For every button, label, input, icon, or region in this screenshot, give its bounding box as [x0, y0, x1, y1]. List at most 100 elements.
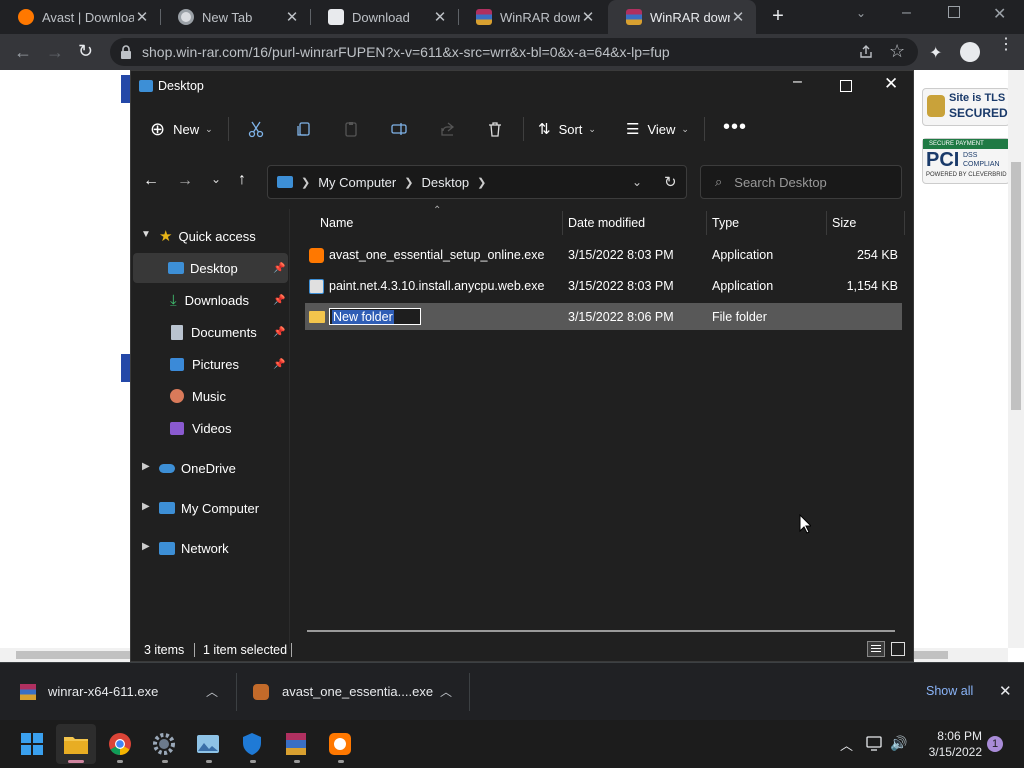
more-options-icon[interactable]: •••: [723, 116, 747, 139]
windows-start-icon[interactable]: [16, 728, 48, 760]
sidebar-item-downloads[interactable]: ⤓ Downloads 📌: [133, 285, 288, 315]
volume-icon[interactable]: 🔊: [890, 735, 907, 752]
content-horizontal-scrollbar[interactable]: [307, 630, 895, 632]
view-button[interactable]: ☰ View ⌄: [626, 120, 689, 138]
file-explorer-icon[interactable]: [60, 728, 92, 760]
sidebar-label: Quick access: [178, 228, 256, 244]
breadcrumb[interactable]: ❯ My Computer ❯ Desktop ❯ ⌄ ↻: [267, 165, 687, 199]
page-scrollbar[interactable]: [1008, 70, 1024, 648]
sidebar-item-documents[interactable]: Documents 📌: [133, 317, 288, 347]
recent-chevron-icon[interactable]: ⌄: [211, 172, 221, 186]
new-button[interactable]: ⊕ New ⌄: [150, 119, 213, 140]
browser-tab[interactable]: Avast | Download ✕: [0, 0, 160, 34]
details-view-icon[interactable]: [867, 641, 885, 657]
close-window-button[interactable]: ✕: [993, 4, 1006, 24]
restore-window-button[interactable]: [948, 6, 960, 18]
rename-icon[interactable]: [385, 115, 413, 143]
maximize-button[interactable]: [840, 80, 852, 92]
column-header-date-modified[interactable]: Date modified: [568, 216, 645, 230]
forward-arrow-icon[interactable]: →: [177, 172, 193, 190]
sidebar-quick-access[interactable]: ★ Quick access: [159, 221, 289, 251]
photos-app-icon[interactable]: [192, 728, 224, 760]
chevron-down-icon[interactable]: ▼: [141, 229, 151, 240]
chrome-icon[interactable]: [104, 728, 136, 760]
browser-tab[interactable]: WinRAR downlo ✕: [458, 0, 606, 34]
breadcrumb-my-computer[interactable]: My Computer: [318, 175, 396, 190]
sidebar-item-pictures[interactable]: Pictures 📌: [133, 349, 288, 379]
reload-icon[interactable]: ↻: [78, 41, 93, 62]
tab-search-icon[interactable]: ⌄: [856, 6, 866, 20]
close-icon[interactable]: ✕: [730, 8, 746, 26]
sidebar-network[interactable]: Network: [159, 533, 289, 563]
chevron-right-icon[interactable]: ▶: [142, 501, 150, 512]
settings-gear-icon[interactable]: [148, 728, 180, 760]
menu-dots-icon[interactable]: ⋮: [998, 37, 1014, 53]
address-bar[interactable]: shop.win-rar.com/16/purl-winrarFUPEN?x-v…: [110, 38, 918, 66]
large-icons-view-icon[interactable]: [891, 642, 905, 656]
notification-count-badge[interactable]: 1: [987, 736, 1003, 752]
close-icon[interactable]: ✕: [432, 8, 448, 26]
sidebar-my-computer[interactable]: My Computer: [159, 493, 289, 523]
avast-icon[interactable]: [324, 728, 356, 760]
chevron-down-icon[interactable]: ⌄: [632, 175, 642, 189]
back-arrow-icon[interactable]: ←: [143, 172, 159, 190]
file-row-selected[interactable]: New folder 3/15/2022 8:06 PM File folder: [305, 303, 902, 330]
view-label: View: [647, 121, 676, 137]
minimize-window-button[interactable]: –: [902, 4, 911, 22]
close-icon[interactable]: ✕: [134, 8, 150, 26]
forward-icon[interactable]: →: [46, 42, 64, 63]
back-icon[interactable]: ←: [14, 42, 32, 63]
sidebar-item-videos[interactable]: Videos: [133, 413, 288, 443]
close-icon[interactable]: ✕: [284, 8, 300, 26]
minimize-button[interactable]: –: [793, 73, 802, 91]
profile-avatar[interactable]: [960, 42, 980, 62]
chevron-right-icon[interactable]: ▶: [142, 461, 150, 472]
sidebar-item-music[interactable]: Music: [133, 381, 288, 411]
bookmark-star-icon[interactable]: ☆: [889, 41, 905, 62]
sidebar-onedrive[interactable]: OneDrive: [159, 453, 289, 483]
cut-icon[interactable]: [242, 115, 270, 143]
delete-icon[interactable]: [481, 115, 509, 143]
close-downloads-bar-icon[interactable]: ✕: [999, 682, 1012, 700]
search-box[interactable]: ⌕ Search Desktop: [700, 165, 902, 199]
windows-security-shield-icon[interactable]: [236, 728, 268, 760]
show-all-downloads-link[interactable]: Show all: [926, 684, 973, 698]
pin-icon[interactable]: 📌: [273, 263, 285, 274]
pin-icon[interactable]: 📌: [273, 327, 285, 338]
browser-tab-active[interactable]: WinRAR downlo ✕: [608, 0, 756, 34]
column-header-name[interactable]: Name: [320, 216, 353, 230]
refresh-icon[interactable]: ↻: [664, 173, 677, 191]
close-button[interactable]: ✕: [884, 74, 898, 94]
column-header-size[interactable]: Size: [832, 216, 856, 230]
browser-tab[interactable]: New Tab ✕: [160, 0, 310, 34]
download-item[interactable]: avast_one_essentia....exe ︿: [237, 663, 469, 720]
sidebar-item-desktop[interactable]: Desktop 📌: [133, 253, 288, 283]
sort-button[interactable]: ⇅ Sort ⌄: [538, 120, 596, 138]
file-row[interactable]: paint.net.4.3.10.install.anycpu.web.exe …: [305, 272, 902, 300]
share-icon[interactable]: [434, 115, 462, 143]
chevron-right-icon[interactable]: ▶: [142, 541, 150, 552]
pin-icon[interactable]: 📌: [273, 359, 285, 370]
show-hidden-icons-chevron-icon[interactable]: ︿: [840, 735, 853, 754]
download-item[interactable]: winrar-x64-611.exe ︿: [0, 663, 236, 720]
up-arrow-icon[interactable]: ↑: [238, 171, 246, 189]
browser-tab[interactable]: Download ✕: [310, 0, 458, 34]
chevron-up-icon[interactable]: ︿: [440, 683, 452, 700]
rename-input[interactable]: New folder: [329, 308, 421, 325]
scrollbar-thumb[interactable]: [1011, 162, 1021, 410]
clock-date[interactable]: 3/15/2022: [916, 745, 982, 759]
extensions-icon[interactable]: ✦: [929, 43, 942, 63]
network-status-icon[interactable]: [866, 736, 884, 752]
column-header-type[interactable]: Type: [712, 216, 739, 230]
breadcrumb-desktop[interactable]: Desktop: [421, 175, 469, 190]
clock-time[interactable]: 8:06 PM: [922, 729, 982, 743]
close-icon[interactable]: ✕: [580, 8, 596, 26]
share-icon[interactable]: [858, 44, 874, 60]
winrar-icon[interactable]: [280, 728, 312, 760]
pin-icon[interactable]: 📌: [273, 295, 285, 306]
copy-icon[interactable]: [290, 115, 318, 143]
new-tab-button[interactable]: +: [768, 6, 788, 26]
chevron-up-icon[interactable]: ︿: [206, 683, 218, 700]
file-row[interactable]: avast_one_essential_setup_online.exe 3/1…: [305, 241, 902, 269]
paste-icon[interactable]: [337, 115, 365, 143]
